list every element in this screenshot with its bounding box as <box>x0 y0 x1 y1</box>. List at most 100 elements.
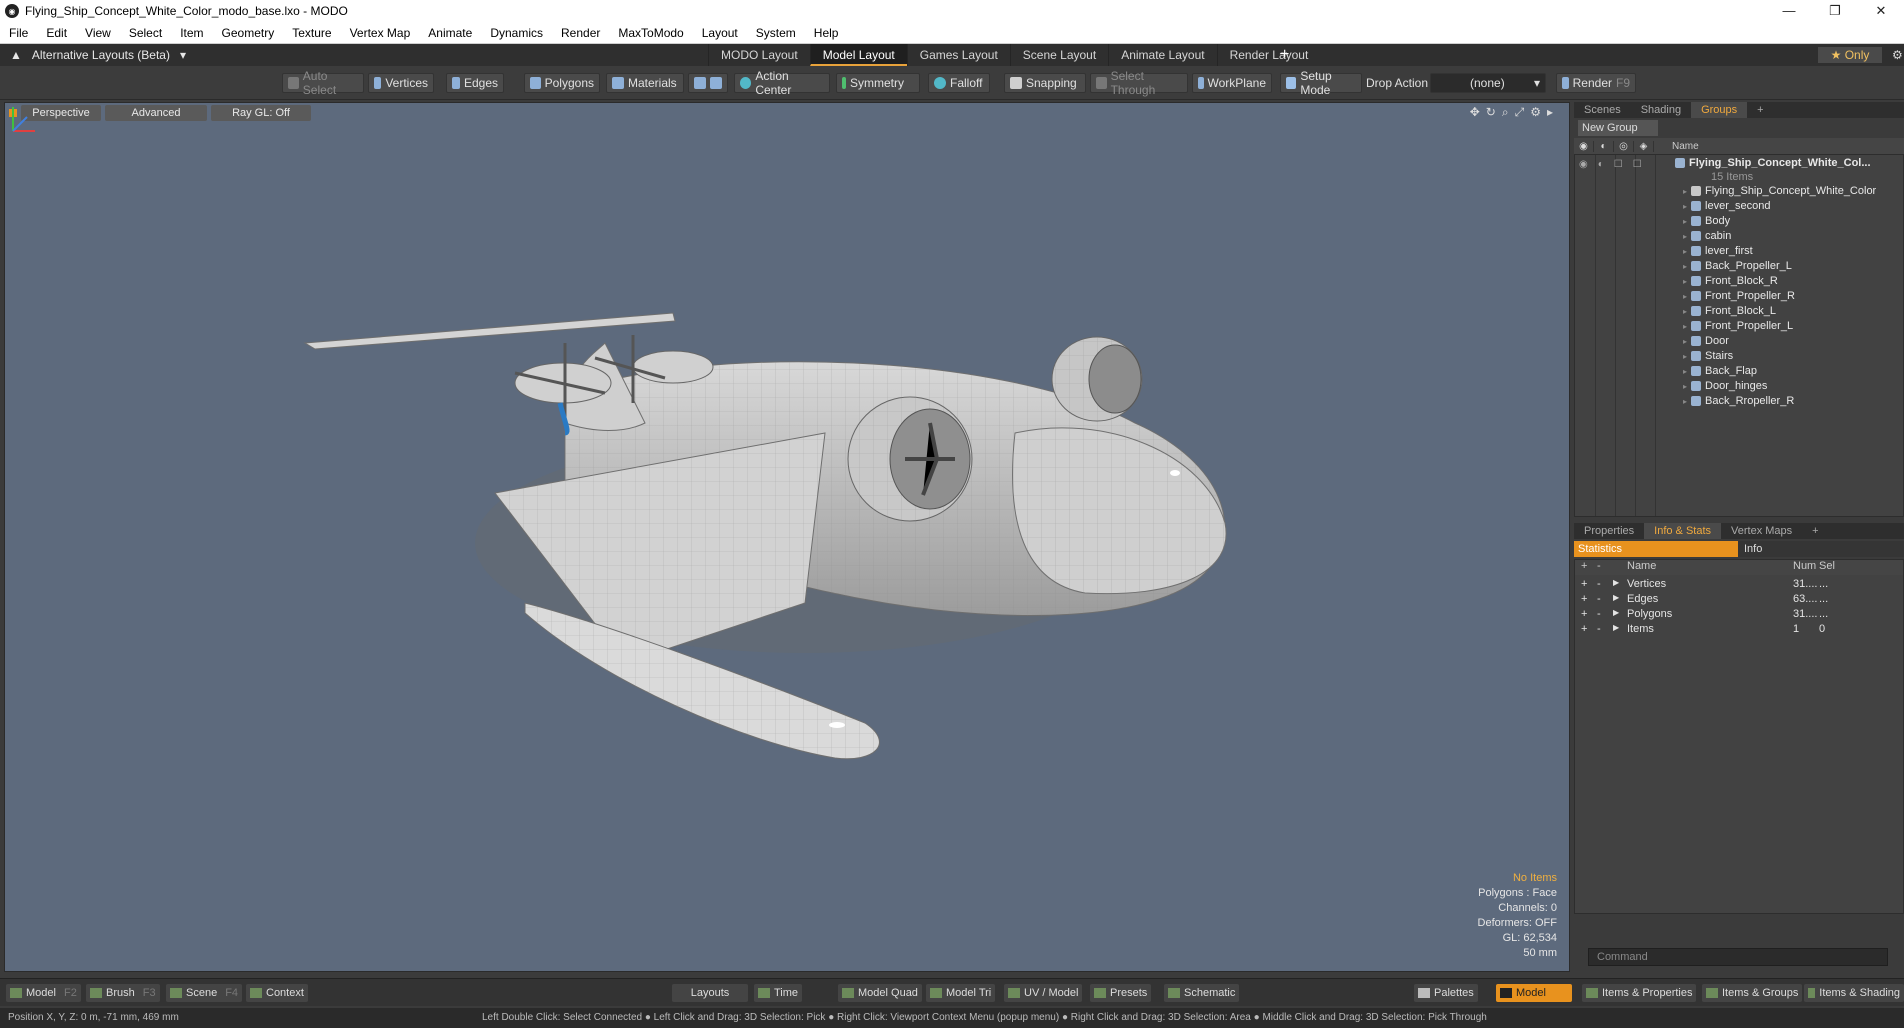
fit-view-icon[interactable]: ⤢ <box>1515 105 1525 120</box>
minimize-button[interactable]: — <box>1766 0 1812 22</box>
menu-maxtomodo[interactable]: MaxToModo <box>609 26 692 40</box>
eye-icon[interactable]: ◉ <box>1579 159 1588 170</box>
list-item[interactable]: ▸ Front_Block_R <box>1683 275 1778 287</box>
drop-action-select[interactable]: (none) ▾ <box>1430 73 1546 93</box>
snapping-button[interactable]: Snapping <box>1004 73 1086 93</box>
symmetry-button[interactable]: Symmetry <box>836 73 920 93</box>
list-item[interactable]: ▸ Back_Propeller_L <box>1683 260 1792 272</box>
tab-render-layout[interactable]: Render Layout <box>1216 44 1321 66</box>
polygons-button[interactable]: Polygons <box>524 73 600 93</box>
tab-vertex-maps[interactable]: Vertex Maps <box>1721 523 1802 539</box>
gear-icon[interactable]: ⚙ <box>1892 44 1903 66</box>
table-row[interactable]: + - ▶ Edges 63.... ... <box>1575 593 1903 608</box>
model-quad-button[interactable]: Model Quad <box>838 984 922 1002</box>
maximize-button[interactable]: ❐ <box>1812 0 1858 22</box>
menu-system[interactable]: System <box>747 26 805 40</box>
collapse-all-icon[interactable]: - <box>1597 560 1601 572</box>
tab-modo-layout[interactable]: MODO Layout <box>708 44 810 66</box>
expand-all-icon[interactable]: + <box>1581 560 1587 572</box>
scene-tab[interactable]: Scene F4 <box>166 984 243 1002</box>
brush-tab[interactable]: Brush F3 <box>86 984 160 1002</box>
close-button[interactable]: ✕ <box>1858 0 1904 22</box>
info-tab[interactable]: Info <box>1738 541 1904 557</box>
tab-scene-layout[interactable]: Scene Layout <box>1009 44 1108 66</box>
expand-icon[interactable]: + <box>1581 593 1587 605</box>
tab-scenes[interactable]: Scenes <box>1574 102 1631 118</box>
lock-icon[interactable]: ◐ <box>1594 140 1614 152</box>
select-toggle-icon[interactable]: ◈ <box>1634 140 1654 152</box>
menu-select[interactable]: Select <box>120 26 171 40</box>
eye-icon[interactable]: ◉ <box>1574 140 1594 152</box>
menu-geometry[interactable]: Geometry <box>213 26 284 40</box>
list-item[interactable]: ▸ Door <box>1683 335 1729 347</box>
setup-mode-button[interactable]: Setup Mode <box>1280 69 1362 97</box>
menu-edit[interactable]: Edit <box>37 26 76 40</box>
move-view-icon[interactable]: ✥ <box>1470 105 1480 120</box>
3d-viewport[interactable]: Perspective Advanced Ray GL: Off ✥ ↻ ⌕ ⤢… <box>4 102 1570 972</box>
menu-layout[interactable]: Layout <box>693 26 747 40</box>
items-shading-button[interactable]: Items & Shading <box>1804 984 1904 1002</box>
action-center-button[interactable]: Action Center <box>734 69 830 97</box>
auto-select-button[interactable]: Auto Select <box>282 69 364 97</box>
add-tab-icon[interactable]: + <box>1747 102 1773 118</box>
tab-animate-layout[interactable]: Animate Layout <box>1108 44 1216 66</box>
expand-icon[interactable]: + <box>1581 608 1587 620</box>
materials-button[interactable]: Materials <box>606 73 684 93</box>
list-item[interactable]: ▸ Back_Flap <box>1683 365 1757 377</box>
falloff-button[interactable]: Falloff <box>928 73 990 93</box>
vertices-button[interactable]: Vertices <box>368 73 434 93</box>
rotate-view-icon[interactable]: ↻ <box>1486 105 1496 120</box>
tab-games-layout[interactable]: Games Layout <box>906 44 1010 66</box>
expand-icon[interactable]: + <box>1581 578 1587 590</box>
uv-model-button[interactable]: UV / Model <box>1004 984 1083 1002</box>
list-item[interactable]: ▸ Flying_Ship_Concept_White_Color <box>1683 185 1876 197</box>
table-row[interactable]: + - ▶ Polygons 31.... ... <box>1575 608 1903 623</box>
table-row[interactable]: + - ▶ Vertices 31.... ... <box>1575 578 1903 593</box>
collapse-icon[interactable]: - <box>1597 623 1601 635</box>
collapse-icon[interactable]: - <box>1597 593 1601 605</box>
list-item[interactable]: ▸ lever_first <box>1683 245 1753 257</box>
checkbox-icon[interactable]: ☐ <box>1633 159 1642 170</box>
tab-shading[interactable]: Shading <box>1631 102 1691 118</box>
model-tab[interactable]: Model F2 <box>6 984 81 1002</box>
list-item[interactable]: ▸ Front_Propeller_L <box>1683 320 1793 332</box>
collapse-icon[interactable]: - <box>1597 608 1601 620</box>
render-toggle-icon[interactable]: ◎ <box>1614 140 1634 152</box>
menu-animate[interactable]: Animate <box>419 26 481 40</box>
element-select-button[interactable] <box>688 73 728 93</box>
alternative-layouts-dropdown[interactable]: ▲ Alternative Layouts (Beta) ▾ <box>10 48 186 62</box>
menu-help[interactable]: Help <box>805 26 848 40</box>
list-item[interactable]: ▸ Front_Propeller_R <box>1683 290 1795 302</box>
tab-properties[interactable]: Properties <box>1574 523 1644 539</box>
list-item[interactable]: ▸ lever_second <box>1683 200 1770 212</box>
workplane-button[interactable]: WorkPlane <box>1192 73 1272 93</box>
items-groups-button[interactable]: Items & Groups <box>1702 984 1803 1002</box>
statistics-tab[interactable]: Statistics <box>1574 541 1738 557</box>
only-button[interactable]: ★ Only <box>1818 47 1882 63</box>
table-row[interactable]: + - ▶ Items 1 0 <box>1575 623 1903 638</box>
list-item[interactable]: ▸ Door_hinges <box>1683 380 1767 392</box>
list-item[interactable]: ▸ cabin <box>1683 230 1731 242</box>
command-input[interactable]: Command <box>1588 948 1888 966</box>
raygl-button[interactable]: Ray GL: Off <box>211 105 311 121</box>
tab-info-stats[interactable]: Info & Stats <box>1644 523 1722 539</box>
edges-button[interactable]: Edges <box>446 73 504 93</box>
menu-item[interactable]: Item <box>171 26 212 40</box>
list-item[interactable]: ▸ Back_Rropeller_R <box>1683 395 1794 407</box>
lock-icon[interactable]: ◐ <box>1598 159 1604 170</box>
advanced-button[interactable]: Advanced <box>105 105 207 121</box>
new-group-button[interactable]: New Group <box>1578 120 1658 136</box>
presets-button[interactable]: Presets <box>1090 984 1152 1002</box>
add-layout-icon[interactable]: + <box>1280 44 1289 66</box>
checkbox-icon[interactable]: ☐ <box>1614 159 1623 170</box>
list-item[interactable]: ▸ Front_Block_L <box>1683 305 1776 317</box>
menu-file[interactable]: File <box>0 26 37 40</box>
menu-view[interactable]: View <box>76 26 120 40</box>
tab-groups[interactable]: Groups <box>1691 102 1748 118</box>
model-tri-button[interactable]: Model Tri <box>926 984 996 1002</box>
list-item[interactable]: ▸ Stairs <box>1683 350 1733 362</box>
layouts-button[interactable]: Layouts <box>672 984 748 1002</box>
add-tab-icon[interactable]: + <box>1802 523 1828 539</box>
select-through-button[interactable]: Select Through <box>1090 69 1188 97</box>
play-icon[interactable]: ▸ <box>1547 105 1553 120</box>
